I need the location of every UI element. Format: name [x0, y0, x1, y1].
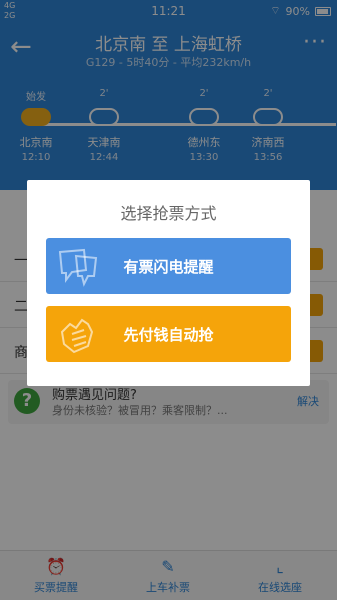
option-label: 先付钱自动抢	[123, 326, 214, 344]
grab-ticket-dialog: 选择抢票方式 有票闪电提醒 先付钱自动抢	[27, 180, 310, 386]
dialog-title: 选择抢票方式	[120, 204, 217, 223]
option-label: 有票闪电提醒	[123, 258, 214, 276]
flash-reminder-button[interactable]: 有票闪电提醒	[46, 238, 291, 294]
auto-grab-button[interactable]: 先付钱自动抢	[46, 306, 291, 362]
